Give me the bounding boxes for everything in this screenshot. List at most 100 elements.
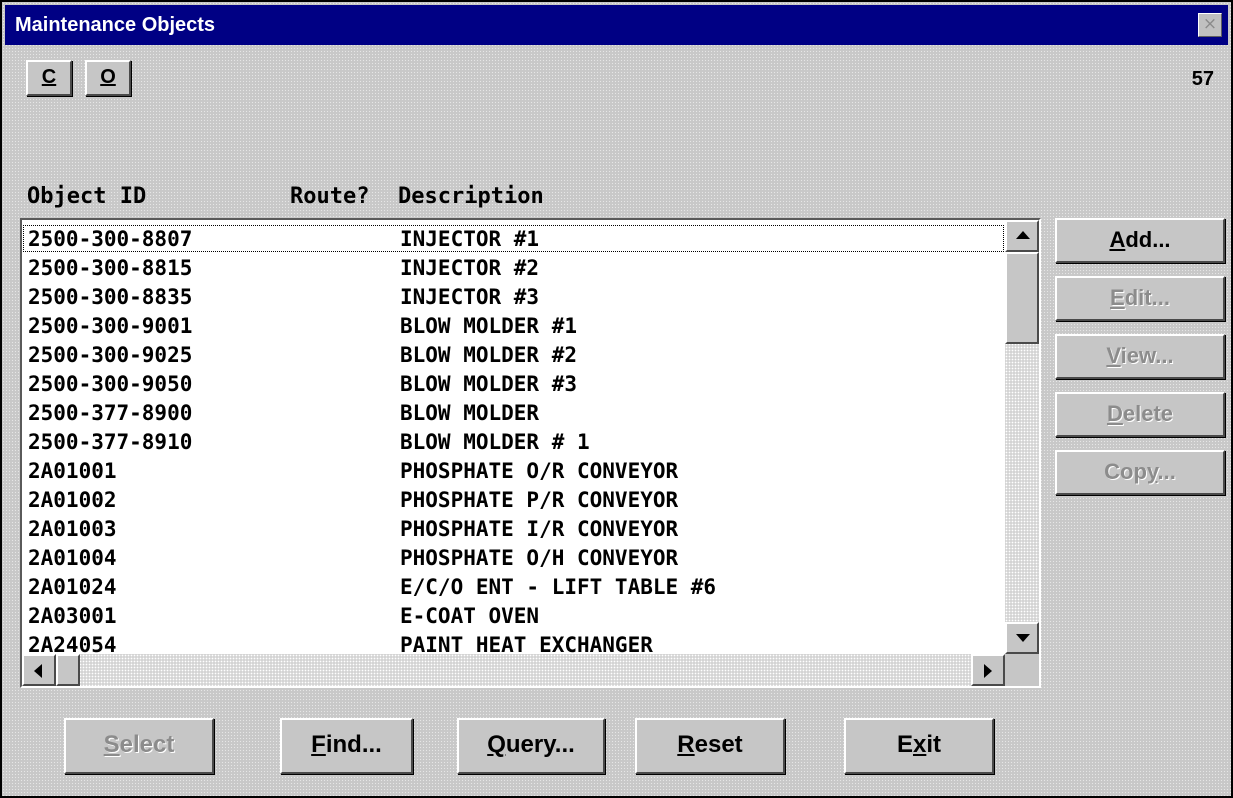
select-button[interactable]: Select xyxy=(64,718,214,774)
query-button-label-post: uery... xyxy=(505,731,575,758)
object-id-cell: 2500-300-8815 xyxy=(28,256,193,280)
vertical-scroll-thumb[interactable] xyxy=(1005,252,1039,344)
select-button-label-post: elect xyxy=(119,731,175,758)
object-list-rows: 2500-300-8807 INJECTOR #1 2500-300-8815 INJ… xyxy=(22,220,1005,654)
table-row[interactable]: 2A03001 E-COAT OVEN xyxy=(22,601,1005,630)
description-cell: INJECTOR #1 xyxy=(400,227,540,251)
exit-button[interactable]: Exit xyxy=(844,718,994,774)
object-id-cell: 2A01002 xyxy=(28,488,117,512)
arrow-left-icon xyxy=(34,664,42,678)
description-cell: E/C/O ENT - LIFT TABLE #6 xyxy=(400,575,717,599)
delete-button[interactable]: Delete xyxy=(1055,392,1225,437)
c-button[interactable]: C xyxy=(26,60,72,96)
object-id-cell: 2A03001 xyxy=(28,604,117,628)
description-cell: INJECTOR #3 xyxy=(400,285,540,309)
edit-button[interactable]: Edit... xyxy=(1055,276,1225,321)
description-cell: PHOSPHATE O/R CONVEYOR xyxy=(400,459,679,483)
scroll-down-button[interactable] xyxy=(1005,622,1039,654)
table-row[interactable]: 2500-300-9001 BLOW MOLDER #1 xyxy=(22,311,1005,340)
copy-button-label-pre: Cop xyxy=(1104,459,1147,484)
description-cell: BLOW MOLDER #1 xyxy=(400,314,578,338)
description-cell: INJECTOR #2 xyxy=(400,256,540,280)
description-cell: BLOW MOLDER xyxy=(400,401,540,425)
arrow-up-icon xyxy=(1016,231,1030,239)
object-id-cell: 2A01024 xyxy=(28,575,117,599)
delete-button-label-post: elete xyxy=(1122,401,1174,426)
object-id-cell: 2A01004 xyxy=(28,546,117,570)
description-cell: BLOW MOLDER # 1 xyxy=(400,430,590,454)
description-cell: BLOW MOLDER #2 xyxy=(400,343,578,367)
find-button[interactable]: Find... xyxy=(280,718,413,774)
horizontal-scrollbar[interactable] xyxy=(22,654,1005,686)
object-id-cell: 2500-300-9025 xyxy=(28,343,193,367)
object-id-cell: 2A01001 xyxy=(28,459,117,483)
object-id-cell: 2A24054 xyxy=(28,633,117,654)
scroll-right-button[interactable] xyxy=(971,654,1005,686)
scroll-left-button[interactable] xyxy=(22,654,56,686)
maintenance-objects-window: Maintenance Objects × C O 57 Object ID R… xyxy=(0,0,1233,798)
object-list[interactable]: 2500-300-8807 INJECTOR #1 2500-300-8815 INJ… xyxy=(20,218,1041,688)
header-route: Route? xyxy=(290,184,370,209)
horizontal-scroll-thumb[interactable] xyxy=(56,654,80,686)
object-id-cell: 2A01003 xyxy=(28,517,117,541)
exit-button-mnemonic: x xyxy=(912,731,927,758)
description-cell: PAINT HEAT EXCHANGER xyxy=(400,633,653,654)
c-button-label: C xyxy=(41,66,57,88)
edit-button-mnemonic: E xyxy=(1110,285,1125,310)
header-object-id: Object ID xyxy=(27,184,147,209)
view-button[interactable]: View... xyxy=(1055,334,1225,379)
view-button-label-post: iew... xyxy=(1120,343,1174,368)
exit-button-label-pre: E xyxy=(896,731,913,758)
close-icon: × xyxy=(1202,14,1218,34)
record-count: 57 xyxy=(1191,68,1214,90)
table-row[interactable]: 2A01001 PHOSPHATE O/R CONVEYOR xyxy=(22,456,1005,485)
edit-button-label-post: dit... xyxy=(1124,285,1170,310)
delete-button-mnemonic: D xyxy=(1106,401,1123,426)
scroll-up-button[interactable] xyxy=(1005,220,1039,252)
object-id-cell: 2500-377-8910 xyxy=(28,430,193,454)
table-row[interactable]: 2500-377-8910 BLOW MOLDER # 1 xyxy=(22,427,1005,456)
reset-button-label-post: eset xyxy=(694,731,743,758)
object-id-cell: 2500-300-8807 xyxy=(28,227,193,251)
description-cell: PHOSPHATE P/R CONVEYOR xyxy=(400,488,679,512)
exit-button-label-post: it xyxy=(926,731,942,758)
arrow-right-icon xyxy=(984,664,992,678)
arrow-down-icon xyxy=(1016,634,1030,642)
table-row[interactable]: 2500-300-9025 BLOW MOLDER #2 xyxy=(22,340,1005,369)
copy-button[interactable]: Copy... xyxy=(1055,450,1225,495)
copy-button-mnemonic: y xyxy=(1146,459,1158,484)
reset-button[interactable]: Reset xyxy=(635,718,785,774)
window-title: Maintenance Objects xyxy=(15,14,216,36)
add-button[interactable]: Add... xyxy=(1055,218,1225,263)
select-button-mnemonic: S xyxy=(103,731,120,758)
header-description: Description xyxy=(398,184,544,209)
object-id-cell: 2500-300-8835 xyxy=(28,285,193,309)
object-id-cell: 2500-300-9001 xyxy=(28,314,193,338)
vertical-scrollbar[interactable] xyxy=(1005,220,1039,654)
table-row[interactable]: 2A01024 E/C/O ENT - LIFT TABLE #6 xyxy=(22,572,1005,601)
close-button[interactable]: × xyxy=(1198,13,1222,37)
table-row[interactable]: 2500-377-8900 BLOW MOLDER xyxy=(22,398,1005,427)
view-button-mnemonic: V xyxy=(1106,343,1121,368)
copy-button-label-post: ... xyxy=(1157,459,1176,484)
description-cell: PHOSPHATE I/R CONVEYOR xyxy=(400,517,679,541)
table-row[interactable]: 2A24054 PAINT HEAT EXCHANGER xyxy=(22,630,1005,654)
o-button-label: O xyxy=(100,66,116,88)
find-button-label-post: ind... xyxy=(325,731,382,758)
table-row[interactable]: 2A01002 PHOSPHATE P/R CONVEYOR xyxy=(22,485,1005,514)
table-row[interactable]: 2A01004 PHOSPHATE O/H CONVEYOR xyxy=(22,543,1005,572)
table-row[interactable]: 2A01003 PHOSPHATE I/R CONVEYOR xyxy=(22,514,1005,543)
o-button[interactable]: O xyxy=(85,60,131,96)
description-cell: PHOSPHATE O/H CONVEYOR xyxy=(400,546,679,570)
table-row[interactable]: 2500-300-8815 INJECTOR #2 xyxy=(22,253,1005,282)
query-button[interactable]: Query... xyxy=(457,718,605,774)
scrollbar-corner xyxy=(1005,654,1039,686)
reset-button-mnemonic: R xyxy=(677,731,695,758)
title-bar[interactable]: Maintenance Objects × xyxy=(5,5,1228,45)
table-row[interactable]: 2500-300-9050 BLOW MOLDER #3 xyxy=(22,369,1005,398)
table-row[interactable]: 2500-300-8807 INJECTOR #1 xyxy=(22,224,1005,253)
table-row[interactable]: 2500-300-8835 INJECTOR #3 xyxy=(22,282,1005,311)
query-button-mnemonic: Q xyxy=(487,731,506,758)
object-id-cell: 2500-300-9050 xyxy=(28,372,193,396)
find-button-mnemonic: F xyxy=(311,731,326,758)
